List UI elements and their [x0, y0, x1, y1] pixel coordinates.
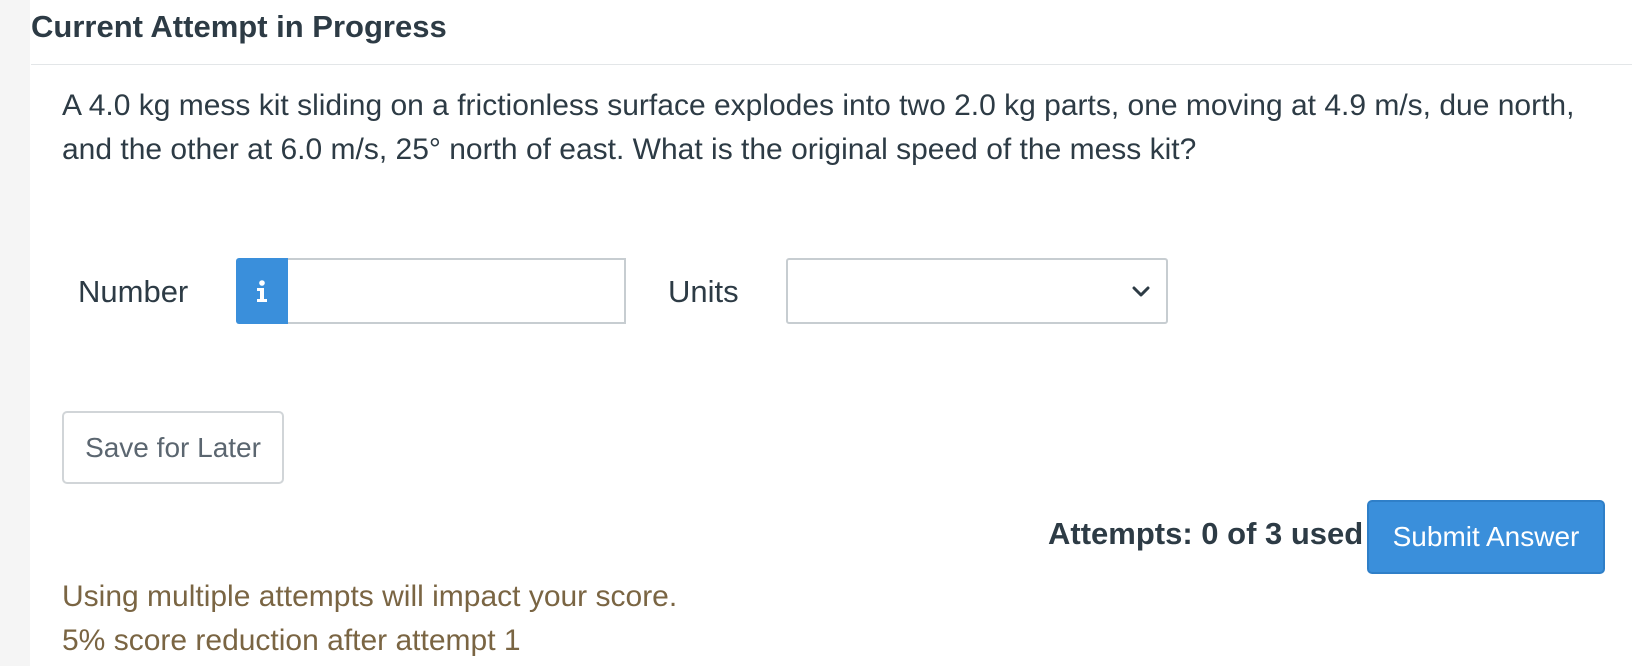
units-label: Units	[668, 274, 739, 309]
submit-answer-button[interactable]: Submit Answer	[1367, 500, 1605, 574]
number-label: Number	[78, 274, 189, 309]
attempt-penalty-notice: Using multiple attempts will impact your…	[62, 575, 677, 663]
title-divider	[31, 64, 1632, 65]
chevron-down-icon	[1132, 286, 1150, 297]
number-input[interactable]	[288, 258, 626, 324]
left-gutter	[0, 0, 30, 666]
notice-line-score-reduction: 5% score reduction after attempt 1	[62, 624, 521, 657]
question-text: A 4.0 kg mess kit sliding on a frictionl…	[62, 89, 1575, 166]
attempts-counter: Attempts: 0 of 3 used	[1048, 516, 1364, 551]
units-select[interactable]	[786, 258, 1168, 324]
page-title: Current Attempt in Progress	[31, 9, 447, 44]
notice-line-multiple-attempts: Using multiple attempts will impact your…	[62, 580, 678, 613]
info-button[interactable]	[236, 258, 288, 324]
save-for-later-button[interactable]: Save for Later	[62, 411, 284, 484]
info-icon	[257, 280, 267, 302]
